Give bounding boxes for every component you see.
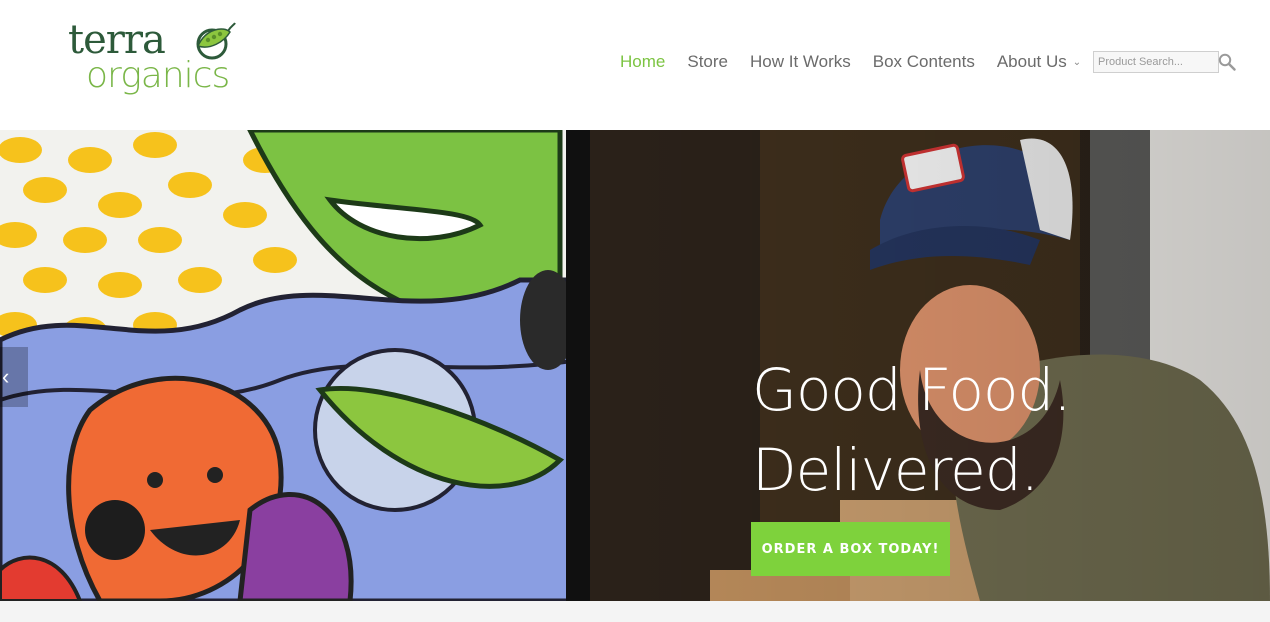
order-box-button[interactable]: ORDER A BOX TODAY! (751, 522, 950, 576)
hero-headline: Good Food. Delivered. (752, 350, 1072, 510)
hero-image-delivery-van (0, 130, 1270, 601)
hero-headline-line1: Good Food. (752, 356, 1072, 424)
chevron-left-icon: ‹ (2, 364, 10, 389)
slider-prev-button[interactable]: ‹ (0, 347, 28, 407)
hero-headline-line2: Delivered. (752, 436, 1039, 504)
terra-organics-logo[interactable]: terra organics (66, 18, 266, 108)
search-icon[interactable] (1218, 53, 1236, 71)
nav-item-about-us[interactable]: About Us ⌄ (997, 50, 1081, 75)
site-header: terra organics Home Store How It Works B… (0, 0, 1270, 130)
logo-text-organics: organics (86, 55, 230, 96)
nav-item-store[interactable]: Store (687, 50, 728, 74)
nav-item-box-contents[interactable]: Box Contents (873, 50, 975, 74)
main-nav: Home Store How It Works Box Contents Abo… (620, 50, 1103, 75)
nav-item-how-it-works[interactable]: How It Works (750, 50, 851, 74)
hero-slider: ‹ Good Food. Delivered. ORDER A BOX TODA… (0, 130, 1270, 601)
section-divider (0, 601, 1270, 622)
chevron-down-icon: ⌄ (1072, 56, 1082, 68)
nav-item-home[interactable]: Home (620, 50, 665, 74)
product-search-input[interactable] (1093, 51, 1219, 73)
nav-item-about-us-label: About Us (996, 52, 1067, 71)
